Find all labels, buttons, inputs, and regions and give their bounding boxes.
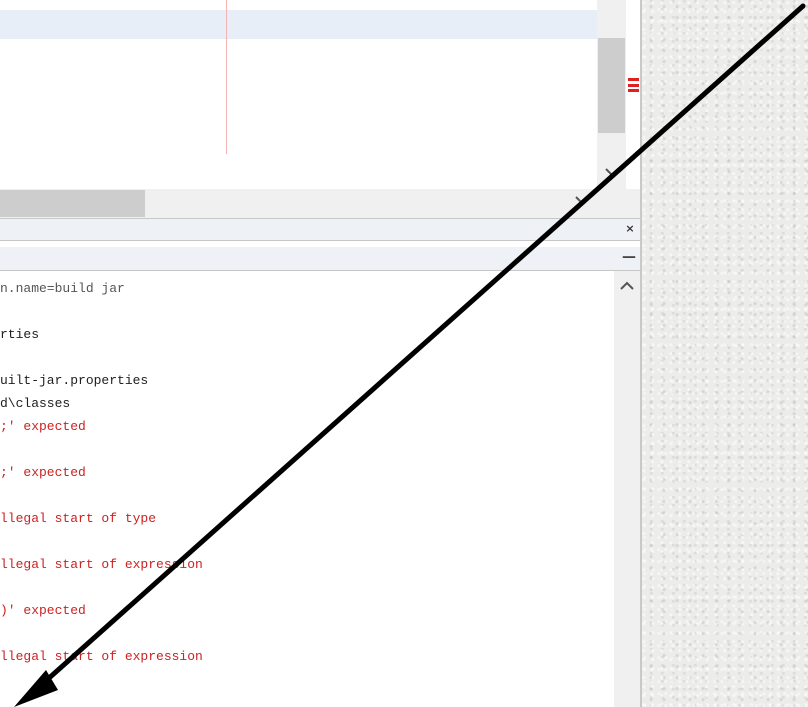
output-error-line[interactable]: llegal start of type bbox=[0, 511, 156, 527]
chevron-right-icon[interactable] bbox=[573, 195, 585, 211]
current-line-highlight bbox=[0, 10, 597, 39]
output-tab-bar bbox=[0, 218, 640, 241]
output-error-line[interactable]: ;' expected bbox=[0, 419, 86, 435]
output-error-line[interactable]: llegal start of expression bbox=[0, 649, 203, 665]
output-line: d\classes bbox=[0, 396, 71, 411]
output-line: rties bbox=[0, 327, 40, 342]
scrollbar-corner bbox=[597, 189, 640, 218]
output-error-line[interactable]: ;' expected bbox=[0, 465, 86, 481]
error-stripe-marker[interactable] bbox=[628, 84, 639, 87]
editor-vertical-scroll-thumb[interactable] bbox=[598, 38, 625, 133]
close-icon[interactable]: × bbox=[622, 219, 638, 239]
output-vertical-scrollbar[interactable] bbox=[614, 271, 640, 707]
output-error-line[interactable]: )' expected bbox=[0, 603, 86, 619]
error-stripe-marker[interactable] bbox=[628, 89, 639, 92]
editor-horizontal-scroll-thumb[interactable] bbox=[0, 190, 145, 217]
build-output-console[interactable]: n.name=build jar rties uilt-jar.properti… bbox=[0, 271, 614, 707]
chevron-down-icon[interactable] bbox=[604, 166, 620, 178]
error-stripe-marker[interactable] bbox=[628, 78, 639, 81]
desktop-background bbox=[642, 0, 808, 707]
output-toolbar bbox=[0, 247, 640, 271]
output-error-line[interactable]: llegal start of expression bbox=[0, 557, 203, 573]
output-line: n.name=build jar bbox=[0, 281, 125, 296]
chevron-up-icon[interactable] bbox=[619, 280, 635, 292]
minimize-icon[interactable]: — bbox=[620, 247, 638, 267]
window-border bbox=[640, 0, 642, 707]
output-line: uilt-jar.properties bbox=[0, 373, 149, 388]
right-margin-guide bbox=[226, 0, 227, 154]
